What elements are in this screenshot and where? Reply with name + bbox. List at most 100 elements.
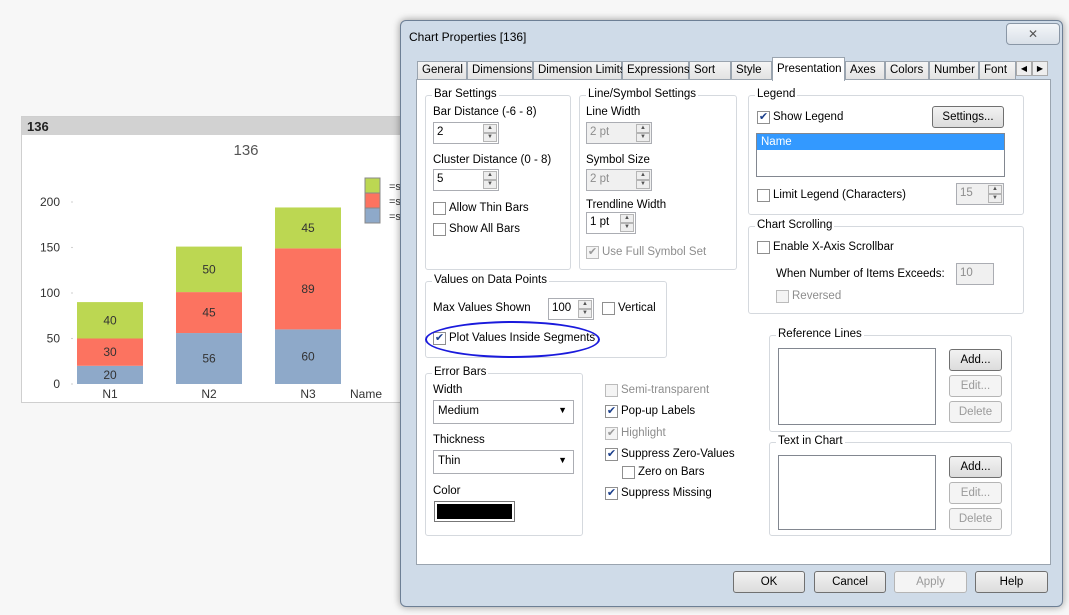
y-tick-mark: [71, 292, 73, 294]
y-tick-label: 150: [40, 241, 60, 255]
reference-add-button[interactable]: Add...: [949, 349, 1002, 371]
enable-scrollbar-label: Enable X-Axis Scrollbar: [773, 241, 894, 253]
spin-down-icon[interactable]: ▼: [636, 133, 650, 142]
spin-up-icon[interactable]: ▲: [988, 185, 1002, 194]
tab-scroll-left-icon[interactable]: ◀: [1016, 61, 1032, 76]
legend-list-item-name[interactable]: Name: [757, 134, 1004, 150]
chart-object[interactable]: 136 136 0 50 100 150 200 20 30 40 N1 56 45 50 N2 60 89 4…: [21, 116, 409, 403]
text-add-button[interactable]: Add...: [949, 456, 1002, 478]
spin-up-icon[interactable]: ▲: [620, 214, 634, 223]
tab-font[interactable]: Font: [979, 61, 1016, 80]
tab-dimension-limits[interactable]: Dimension Limits: [533, 61, 626, 80]
line-width-label: Line Width: [586, 106, 641, 118]
zero-on-bars-checkbox[interactable]: [622, 466, 635, 479]
x-tick-label: N1: [102, 387, 118, 401]
tab-style[interactable]: Style: [731, 61, 772, 80]
trendline-width-spinner[interactable]: 1 pt ▲ ▼: [586, 212, 636, 234]
tab-sort[interactable]: Sort: [689, 61, 731, 80]
semi-transparent-checkbox[interactable]: [605, 384, 618, 397]
tab-dimensions[interactable]: Dimensions: [467, 61, 533, 80]
spin-down-icon[interactable]: ▼: [620, 223, 634, 232]
color-label: Color: [433, 485, 461, 497]
max-values-spinner[interactable]: 100 ▲ ▼: [548, 298, 594, 320]
spin-up-icon[interactable]: ▲: [578, 300, 592, 309]
spin-down-icon[interactable]: ▼: [578, 309, 592, 318]
highlight-checkbox[interactable]: ✔: [605, 427, 618, 440]
show-legend-checkbox[interactable]: ✔: [757, 111, 770, 124]
legend-settings-button[interactable]: Settings...: [932, 106, 1004, 128]
group-label: Reference Lines: [776, 328, 864, 340]
value: 2: [437, 126, 444, 138]
spin-down-icon[interactable]: ▼: [988, 194, 1002, 203]
chart-title: 136: [233, 142, 258, 159]
spin-up-icon[interactable]: ▲: [636, 124, 650, 133]
y-tick-mark: [71, 246, 73, 249]
tab-axes[interactable]: Axes: [845, 61, 885, 80]
show-all-bars-checkbox[interactable]: [433, 223, 446, 236]
limit-legend-spinner[interactable]: 15 ▲ ▼: [956, 183, 1004, 205]
spin-up-icon[interactable]: ▲: [483, 171, 497, 180]
value: 2 pt: [590, 126, 610, 138]
ok-button[interactable]: OK: [733, 571, 805, 593]
group-label: Legend: [755, 88, 798, 100]
tab-colors[interactable]: Colors: [885, 61, 929, 80]
line-width-spinner[interactable]: 2 pt ▲ ▼: [586, 122, 652, 144]
spin-down-icon[interactable]: ▼: [483, 180, 497, 189]
x-axis-title: Name: [350, 387, 382, 401]
legend-swatch: [364, 192, 381, 209]
show-legend-label: Show Legend: [773, 111, 844, 123]
use-full-symbol-set-checkbox[interactable]: ✔: [586, 246, 599, 259]
bar-distance-label: Bar Distance (-6 - 8): [433, 106, 537, 118]
help-button[interactable]: Help: [975, 571, 1048, 593]
value: Medium: [438, 405, 479, 417]
error-color-button[interactable]: [434, 501, 515, 522]
reference-delete-button[interactable]: Delete: [949, 401, 1002, 423]
spin-up-icon[interactable]: ▲: [483, 124, 497, 133]
group-label: Error Bars: [432, 366, 489, 378]
text-delete-button[interactable]: Delete: [949, 508, 1002, 530]
tab-presentation[interactable]: Presentation: [772, 57, 845, 81]
apply-button[interactable]: Apply: [894, 571, 967, 593]
reversed-checkbox[interactable]: [776, 290, 789, 303]
suppress-missing-checkbox[interactable]: ✔: [605, 487, 618, 500]
close-button[interactable]: ✕: [1006, 23, 1060, 45]
bar-distance-spinner[interactable]: 2 ▲ ▼: [433, 122, 499, 144]
value: 5: [437, 173, 444, 185]
chart-properties-dialog: Chart Properties [136] ✕ General Dimensio…: [400, 20, 1063, 607]
spin-up-icon[interactable]: ▲: [636, 171, 650, 180]
spin-down-icon[interactable]: ▼: [483, 133, 497, 142]
suppress-zero-label: Suppress Zero-Values: [621, 448, 735, 460]
tab-number[interactable]: Number: [929, 61, 979, 80]
use-full-symbol-set-label: Use Full Symbol Set: [602, 246, 707, 258]
items-exceed-input[interactable]: 10: [956, 263, 994, 285]
popup-labels-checkbox[interactable]: ✔: [605, 405, 618, 418]
text-in-chart-list[interactable]: [778, 455, 936, 530]
enable-scrollbar-checkbox[interactable]: [757, 241, 770, 254]
suppress-zero-checkbox[interactable]: ✔: [605, 448, 618, 461]
width-label: Width: [433, 384, 463, 396]
reference-edit-button[interactable]: Edit...: [949, 375, 1002, 397]
text-edit-button[interactable]: Edit...: [949, 482, 1002, 504]
y-tick-mark: [71, 383, 73, 385]
vertical-checkbox[interactable]: [602, 302, 615, 315]
data-label: 89: [301, 282, 315, 296]
error-width-select[interactable]: Medium ▼: [433, 400, 574, 424]
value: Thin: [438, 455, 461, 467]
symbol-size-spinner[interactable]: 2 pt ▲ ▼: [586, 169, 652, 191]
limit-legend-checkbox[interactable]: [757, 189, 770, 202]
spin-down-icon[interactable]: ▼: [636, 180, 650, 189]
error-thickness-select[interactable]: Thin ▼: [433, 450, 574, 474]
semi-transparent-label: Semi-transparent: [621, 384, 710, 396]
value: 15: [960, 187, 973, 199]
symbol-size-label: Symbol Size: [586, 154, 650, 166]
tab-scroll-right-icon[interactable]: ▶: [1032, 61, 1048, 76]
cluster-distance-spinner[interactable]: 5 ▲ ▼: [433, 169, 499, 191]
tab-general[interactable]: General: [417, 61, 467, 80]
tab-expressions[interactable]: Expressions: [622, 61, 690, 80]
legend-list[interactable]: Name: [756, 133, 1005, 177]
chart-caption[interactable]: 136: [22, 117, 408, 135]
show-all-bars-label: Show All Bars: [449, 223, 520, 235]
cancel-button[interactable]: Cancel: [814, 571, 886, 593]
allow-thin-bars-checkbox[interactable]: [433, 202, 446, 215]
reference-lines-list[interactable]: [778, 348, 936, 425]
